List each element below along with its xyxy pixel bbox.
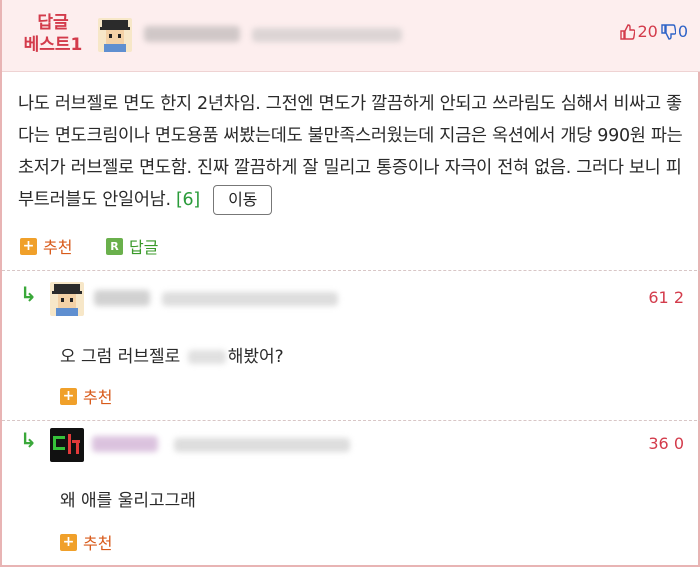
best-reply-header: 답글 베스트1 20 0 xyxy=(2,0,700,72)
reply-arrow-icon: ↳ xyxy=(20,428,37,452)
author-name-blurred xyxy=(94,290,150,306)
comment-panel: 답글 베스트1 20 0 나도 러브젤로 면도 한지 2년차임. 그전엔 면도가… xyxy=(0,0,700,567)
avatar[interactable] xyxy=(50,282,84,316)
divider xyxy=(2,270,700,271)
plus-icon: + xyxy=(20,237,37,255)
pixel-avatar-icon xyxy=(50,282,84,316)
recommend-button[interactable]: + 추천 xyxy=(20,234,72,258)
move-button[interactable]: 이동 xyxy=(213,185,272,215)
avatar[interactable] xyxy=(50,428,84,462)
reply-vote-counter: 61 2 xyxy=(648,288,684,307)
recommend-button[interactable]: + 추천 xyxy=(60,384,112,408)
divider xyxy=(2,420,700,421)
plus-icon: + xyxy=(60,533,77,551)
reply-arrow-icon: ↳ xyxy=(20,282,37,306)
timestamp-blurred xyxy=(174,438,350,452)
censored-word-blurred xyxy=(187,350,226,364)
best-reply-body: 나도 러브젤로 면도 한지 2년차임. 그전엔 면도가 깔끔하게 안되고 쓰라림… xyxy=(18,88,690,216)
reply-vote-counter: 36 0 xyxy=(648,434,684,453)
author-name-blurred xyxy=(92,436,158,452)
reply-button[interactable]: R 답글 xyxy=(106,234,158,258)
thumbs-down-icon[interactable] xyxy=(660,23,676,40)
recommend-button[interactable]: + 추천 xyxy=(60,530,112,554)
timestamp-blurred xyxy=(252,28,402,42)
timestamp-blurred xyxy=(162,292,338,306)
best-reply-text: 나도 러브젤로 면도 한지 2년차임. 그전엔 면도가 깔끔하게 안되고 쓰라림… xyxy=(18,94,683,210)
upvote-count: 20 xyxy=(637,22,658,41)
author-name-blurred xyxy=(144,26,240,42)
reply-text: 오 그럼 러브젤로 해봤어? xyxy=(60,347,284,367)
avatar[interactable] xyxy=(98,18,132,52)
pixel-avatar-icon xyxy=(98,18,132,52)
thumbs-up-icon[interactable] xyxy=(619,23,636,40)
best-reply-badge: 답글 베스트1 xyxy=(23,13,83,55)
reply-count[interactable]: [6] xyxy=(176,190,200,210)
downvote-count: 0 xyxy=(677,22,688,41)
plus-icon: + xyxy=(60,387,77,405)
pixel-avatar-icon xyxy=(50,428,84,462)
vote-counter: 20 0 xyxy=(619,22,688,41)
reply-icon: R xyxy=(106,237,123,255)
reply-text: 왜 애를 울리고그래 xyxy=(60,491,196,511)
